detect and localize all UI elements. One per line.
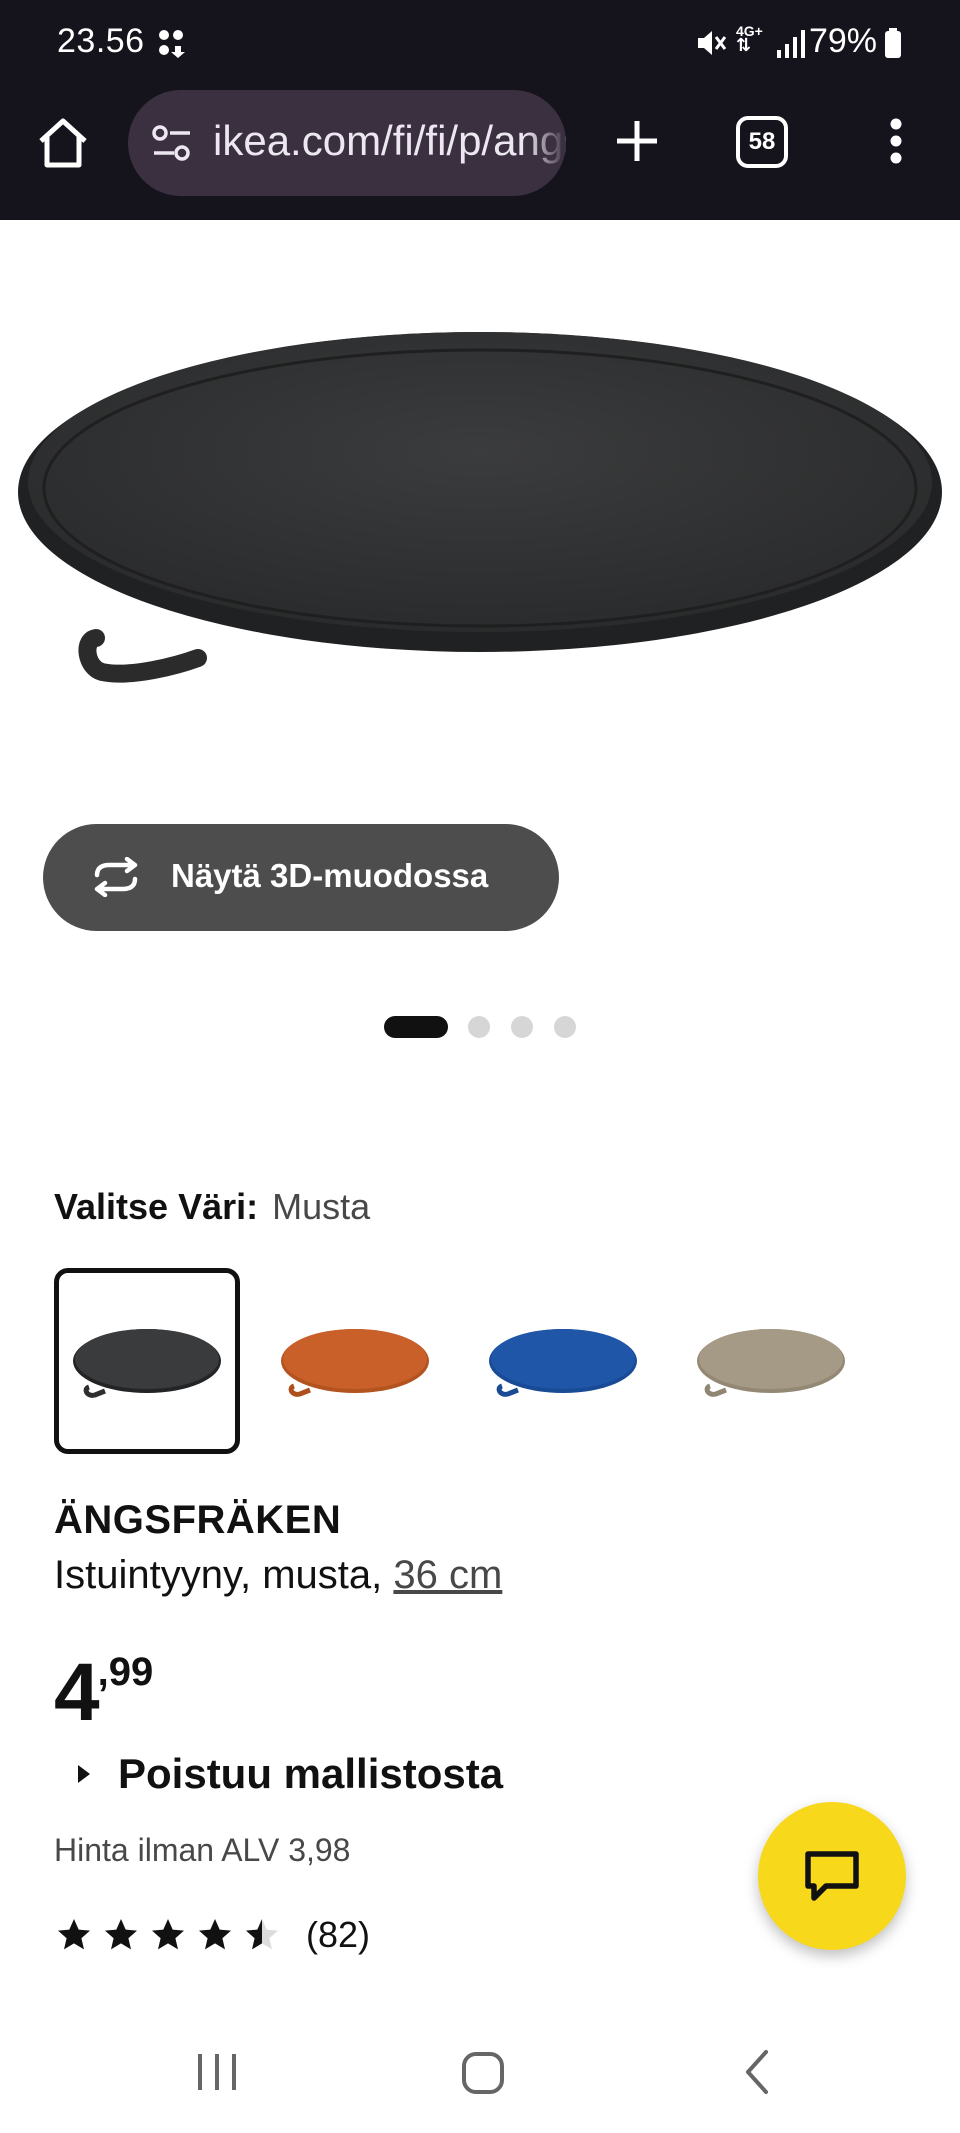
battery-icon <box>885 28 901 58</box>
network-icon: 4G+ ⇅ <box>736 23 763 55</box>
color-swatch-blue[interactable] <box>470 1268 656 1454</box>
back-icon <box>746 2050 768 2094</box>
signal-icon <box>777 30 805 58</box>
home-button[interactable] <box>30 110 96 176</box>
swatch-image <box>281 1329 429 1397</box>
discontinued-toggle[interactable]: Poistuu mallistosta <box>78 1750 503 1798</box>
3d-rotate-icon <box>94 857 138 897</box>
swatch-image <box>489 1329 637 1397</box>
recent-apps-icon <box>198 2054 236 2090</box>
view-3d-label: Näytä 3D-muodossa <box>171 857 489 894</box>
site-settings-icon[interactable] <box>150 123 194 163</box>
new-tab-button[interactable] <box>604 108 670 174</box>
product-description: Istuintyyny, musta, 36 cm <box>54 1553 502 1598</box>
status-time: 23.56 <box>57 22 145 60</box>
cushion-image <box>18 332 942 683</box>
menu-icon <box>890 118 902 164</box>
star-icon <box>58 1919 90 1950</box>
address-bar[interactable]: ikea.com/fi/fi/p/angsfraken <box>128 90 566 196</box>
product-price: 4,99 <box>54 1650 154 1734</box>
rating-stars <box>58 1919 278 1950</box>
home-nav-button[interactable] <box>460 2048 506 2101</box>
color-label: Valitse Väri: <box>54 1186 259 1227</box>
price-decimal: ,99 <box>97 1650 154 1694</box>
menu-button[interactable] <box>876 108 916 174</box>
half-star-icon <box>246 1919 278 1950</box>
carousel-dot[interactable] <box>511 1016 533 1038</box>
view-3d-button[interactable]: Näytä 3D-muodossa <box>43 824 559 931</box>
home-nav-icon <box>462 2052 504 2094</box>
star-icon <box>152 1919 184 1950</box>
color-swatch-musta[interactable] <box>54 1268 240 1454</box>
price-without-vat: Hinta ilman ALV 3,98 <box>54 1832 351 1868</box>
carousel-dot[interactable] <box>554 1016 576 1038</box>
chat-icon <box>805 1851 859 1901</box>
price-integer: 4 <box>54 1647 100 1738</box>
tabs-count: 58 <box>748 128 776 155</box>
notification-dots-icon <box>159 30 185 58</box>
product-rating[interactable]: (82) <box>54 1914 370 1956</box>
carousel-dot-active[interactable] <box>384 1016 448 1038</box>
mute-icon <box>698 31 727 55</box>
discontinued-label: Poistuu mallistosta <box>118 1750 504 1797</box>
product-name: ÄNGSFRÄKEN <box>54 1498 342 1542</box>
chat-button[interactable] <box>758 1802 906 1950</box>
recent-apps-button[interactable] <box>194 2048 240 2101</box>
rating-count: (82) <box>306 1914 371 1955</box>
color-selector-label: Valitse Väri: Musta <box>54 1186 370 1228</box>
browser-toolbar: ikea.com/fi/fi/p/angsfraken 58 <box>0 88 960 220</box>
color-swatch-beige[interactable] <box>678 1268 864 1454</box>
url-text[interactable]: ikea.com/fi/fi/p/angsfraken <box>213 117 566 165</box>
caret-right-icon <box>78 1765 90 1783</box>
tabs-button[interactable]: 58 <box>736 116 788 168</box>
carousel-dot[interactable] <box>468 1016 490 1038</box>
product-size-link[interactable]: 36 cm <box>393 1553 502 1597</box>
star-icon <box>199 1919 231 1950</box>
product-type: Istuintyyny, musta, <box>54 1553 383 1597</box>
swatch-image <box>73 1329 221 1398</box>
swatch-image <box>697 1329 845 1397</box>
back-button[interactable] <box>738 2048 778 2101</box>
battery-percent: 79% <box>808 22 877 60</box>
color-value: Musta <box>272 1186 371 1227</box>
color-swatch-orange[interactable] <box>262 1268 448 1454</box>
star-icon <box>105 1919 137 1950</box>
home-icon <box>39 118 87 168</box>
new-tab-icon <box>617 121 657 161</box>
status-bar: 23.56 4G+ ⇅ 79% <box>0 0 960 88</box>
url-fade <box>526 90 566 196</box>
system-nav-bar <box>0 2010 960 2133</box>
product-image[interactable] <box>0 220 960 760</box>
